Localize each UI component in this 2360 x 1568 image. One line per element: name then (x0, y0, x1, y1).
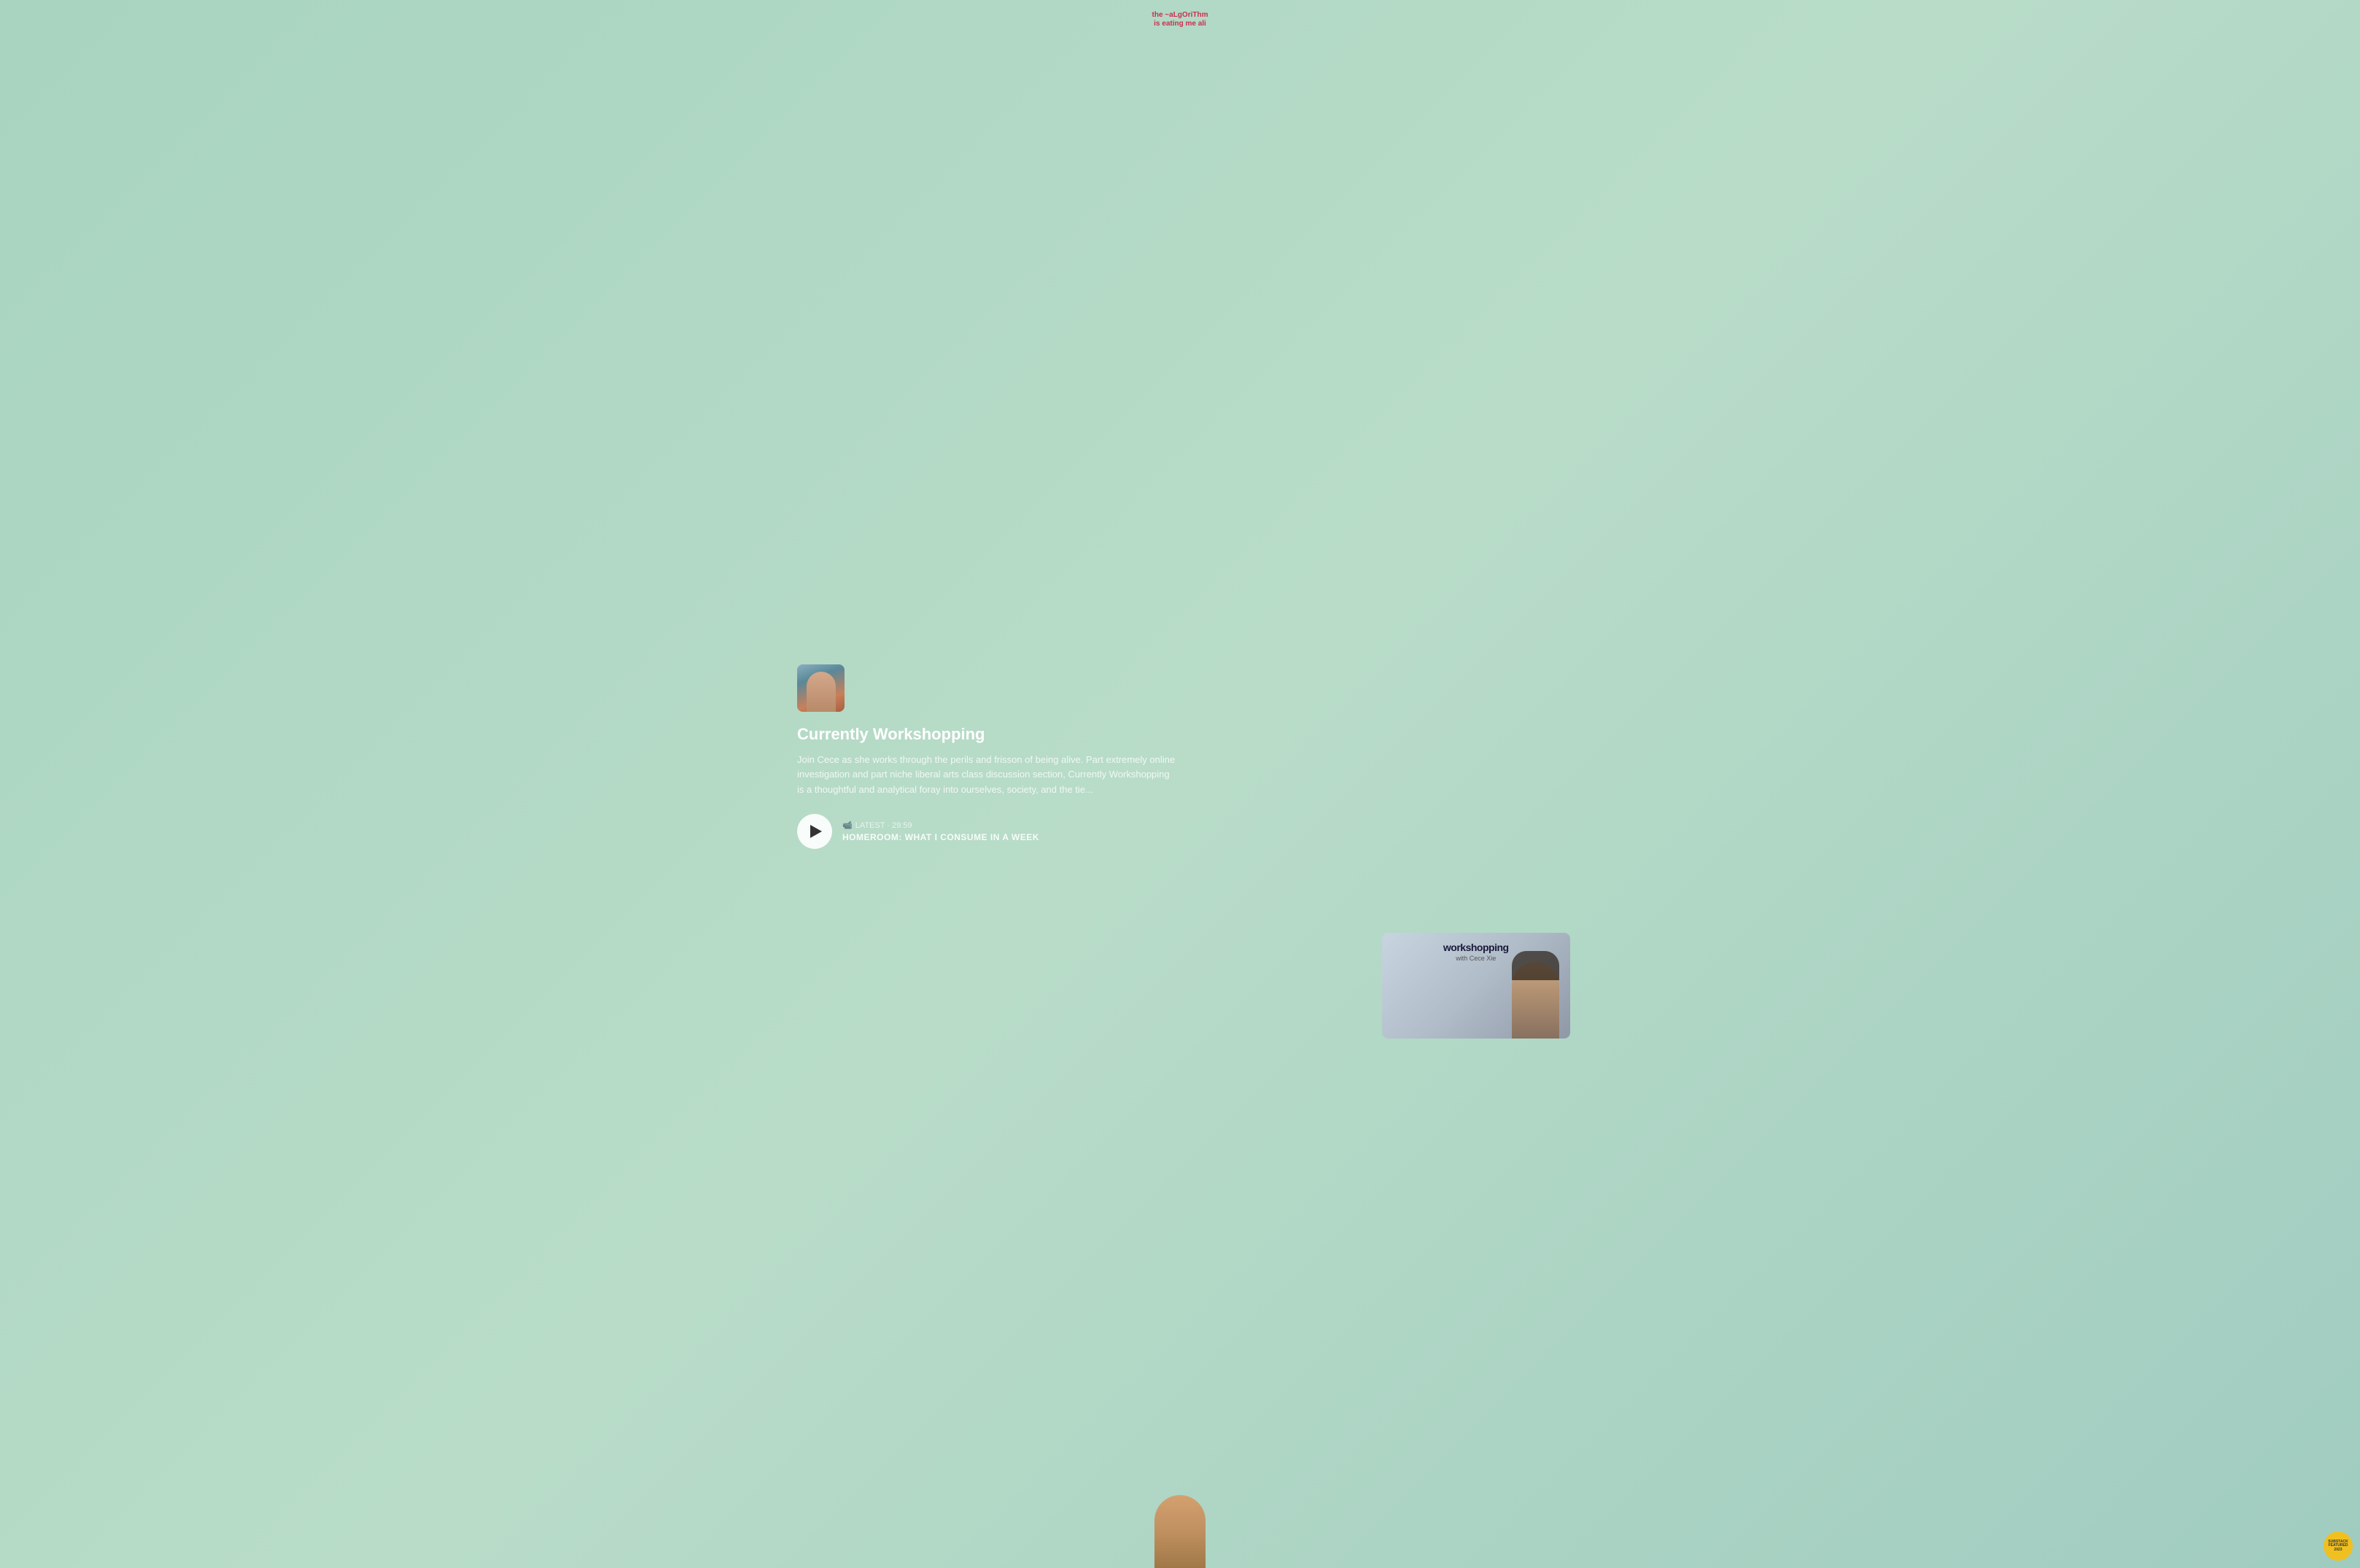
episode-info: 📹 LATEST · 29:59 HOMEROOM: WHAT I CONSUM… (842, 820, 1039, 842)
play-section: 📹 LATEST · 29:59 HOMEROOM: WHAT I CONSUM… (797, 814, 1176, 849)
hero-content: Currently Workshopping Join Cece as she … (768, 643, 1206, 871)
episode-label: 📹 LATEST · 29:59 (842, 820, 1039, 830)
play-button[interactable] (797, 814, 832, 849)
card-3[interactable]: the ~aLgOriThmis eating me ali SUBSTACKF… (1184, 933, 1373, 1039)
card-3-image: the ~aLgOriThmis eating me ali SUBSTACKF… (1184, 933, 1373, 1039)
card-4[interactable]: workshopping with Cece Xie (1382, 933, 1571, 1039)
video-icon: 📹 (842, 820, 853, 830)
podcast-thumbnail-image (797, 664, 845, 712)
podcast-description: Join Cece as she works through the peril… (797, 753, 1176, 798)
podcast-thumbnail (797, 664, 845, 712)
play-icon (810, 825, 822, 838)
episode-title: HOMEROOM: WHAT I CONSUME IN A WEEK (842, 832, 1039, 842)
cards-grid: homeroom the ~aLgOriThmis eating me ali … (768, 918, 1592, 1053)
podcast-title: Currently Workshopping (797, 725, 1176, 744)
card-4-image: workshopping with Cece Xie (1382, 933, 1571, 1039)
browser-window: ‹ › 🔒 cecexie.substack.com ↻ ⬆ ＋ ⧉ debri… (768, 515, 1592, 1053)
